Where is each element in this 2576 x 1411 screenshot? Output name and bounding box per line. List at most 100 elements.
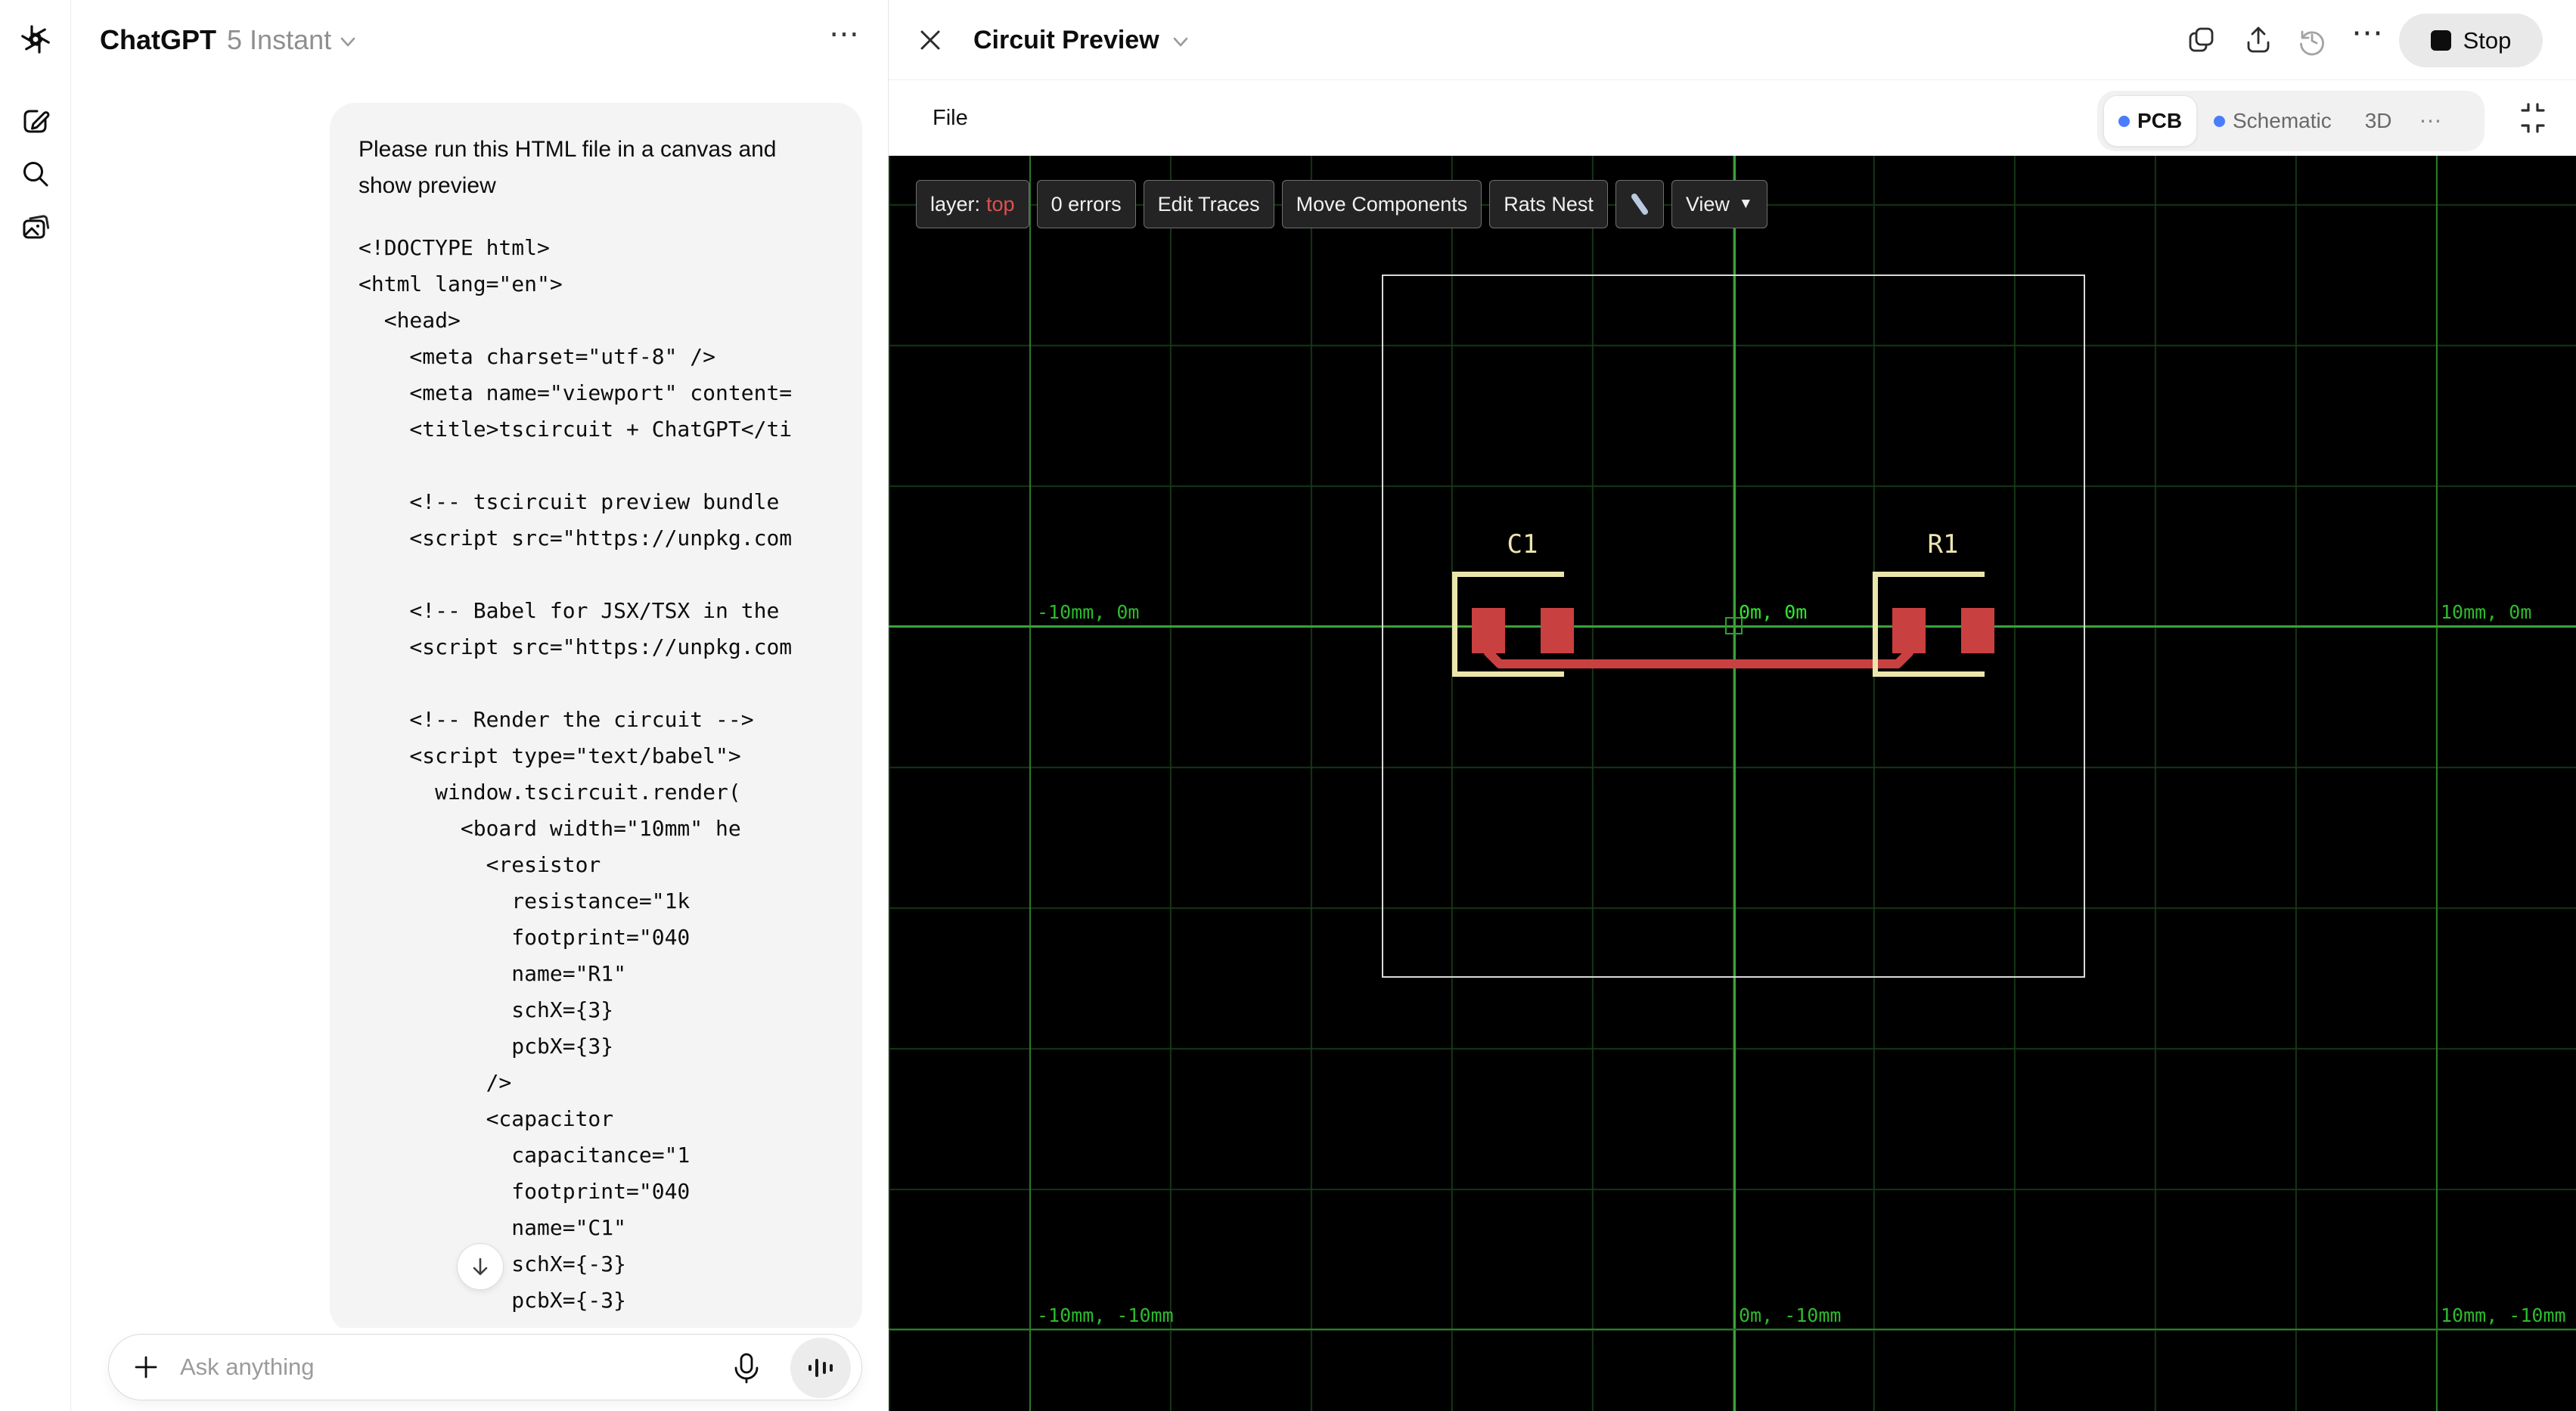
code-line: <resistor xyxy=(358,852,601,877)
new-chat-button[interactable] xyxy=(19,104,52,138)
model-name[interactable]: 5 Instant xyxy=(227,24,331,56)
code-line: pcbX={-3} xyxy=(358,1288,627,1313)
code-line: <script src="https://unpkg.com xyxy=(358,634,793,659)
rats-nest-button[interactable]: Rats Nest xyxy=(1489,180,1608,228)
code-line: schX={3} xyxy=(358,997,614,1022)
code-line: name="C1" xyxy=(358,1215,627,1240)
attach-plus-icon[interactable] xyxy=(132,1353,160,1382)
search-button[interactable] xyxy=(19,157,52,191)
view-tabs: PCB Schematic 3D ⋯ xyxy=(2097,91,2484,151)
library-button[interactable] xyxy=(19,210,52,243)
coord-label: -10mm, 0m xyxy=(1037,601,1140,623)
code-line: <meta name="viewport" content= xyxy=(358,380,793,405)
user-message-bubble: Please run this HTML file in a canvas an… xyxy=(330,103,862,1333)
library-icon xyxy=(23,215,50,239)
composer-area: Ask anything xyxy=(71,1328,889,1411)
coord-label: 0m, -10mm xyxy=(1739,1304,1842,1326)
code-line: <title>tscircuit + ChatGPT</ti xyxy=(358,417,793,442)
scroll-to-bottom-button[interactable] xyxy=(457,1243,504,1290)
new-chat-icon xyxy=(23,110,50,133)
code-line: <html lang="en"> xyxy=(358,271,563,296)
layer-button[interactable]: layer: top xyxy=(916,180,1029,228)
pad-R1-2[interactable] xyxy=(1961,608,1994,653)
composer-input[interactable]: Ask anything xyxy=(108,1334,862,1400)
copy-icon[interactable] xyxy=(2186,25,2217,55)
chat-header: ChatGPT 5 Instant ⋯ xyxy=(71,0,888,80)
chat-panel: ChatGPT 5 Instant ⋯ Please run this HTML… xyxy=(71,0,889,1411)
code-line: resistance="1k xyxy=(358,888,691,913)
pcb-trace-layer xyxy=(1484,646,1913,668)
draw-tool-button[interactable] xyxy=(1615,180,1664,228)
pcb-canvas[interactable]: C1 R1 -10mm, 0m 0m, 0m 10mm, 0m -10mm, -… xyxy=(889,156,2576,1411)
close-icon[interactable] xyxy=(917,27,943,53)
stop-square-icon xyxy=(2430,30,2451,51)
search-icon xyxy=(23,162,48,187)
pcb-status-dot xyxy=(2118,115,2130,127)
pad-R1-1[interactable] xyxy=(1892,608,1926,653)
chevron-down-icon xyxy=(340,37,355,47)
tab-pcb[interactable]: PCB xyxy=(2103,95,2197,147)
file-menu[interactable]: File xyxy=(933,80,968,156)
openai-logo[interactable] xyxy=(19,23,52,56)
code-line: /> xyxy=(358,1070,512,1095)
collapse-icon[interactable] xyxy=(2516,101,2550,135)
code-line: <!-- tscircuit preview bundle xyxy=(358,489,780,514)
canvas-header: Circuit Preview ⋯ Stop xyxy=(889,0,2576,80)
tab-schematic[interactable]: Schematic xyxy=(2214,109,2332,133)
message-text-line1: Please run this HTML file in a canvas an… xyxy=(358,137,777,162)
history-icon[interactable] xyxy=(2296,25,2328,57)
canvas-panel: Circuit Preview ⋯ Stop File PCB Schemati… xyxy=(889,0,2576,1411)
stop-button[interactable]: Stop xyxy=(2399,14,2543,67)
chevron-down-icon xyxy=(1173,37,1187,47)
waveform-icon xyxy=(808,1359,833,1377)
voice-mode-button[interactable] xyxy=(790,1338,851,1398)
component-label-C1[interactable]: C1 xyxy=(1488,529,1556,560)
tabs-more-button[interactable]: ⋯ xyxy=(2419,108,2443,135)
chatgpt-brand: ChatGPT xyxy=(100,24,217,55)
pad-C1-2[interactable] xyxy=(1541,608,1574,653)
canvas-menubar: File PCB Schematic 3D ⋯ xyxy=(889,80,2576,156)
code-line: <!DOCTYPE html> xyxy=(358,235,550,260)
pcb-toolbar: layer: top 0 errors Edit Traces Move Com… xyxy=(916,180,1768,228)
sidebar-rail xyxy=(0,0,71,1411)
pencil-icon xyxy=(1631,194,1648,215)
schematic-status-dot xyxy=(2214,115,2225,127)
coord-label: -10mm, -10mm xyxy=(1037,1304,1174,1326)
move-components-button[interactable]: Move Components xyxy=(1281,180,1482,228)
code-line: <script src="https://unpkg.com xyxy=(358,526,793,550)
code-line: <!-- Babel for JSX/TSX in the xyxy=(358,598,780,623)
code-line: schX={-3} xyxy=(511,1251,627,1276)
message-code-block: <!DOCTYPE html> <html lang="en"> <head> <… xyxy=(358,230,833,1333)
errors-button[interactable]: 0 errors xyxy=(1036,180,1136,228)
code-line: <board width="10mm" he xyxy=(358,816,741,841)
canvas-title-dropdown[interactable]: Circuit Preview xyxy=(973,0,1190,80)
layer-value: top xyxy=(986,192,1015,216)
code-line: capacitance="1 xyxy=(358,1143,691,1168)
composer-placeholder: Ask anything xyxy=(180,1354,315,1380)
microphone-icon[interactable] xyxy=(730,1351,763,1385)
pad-C1-1[interactable] xyxy=(1472,608,1505,653)
caret-down-icon: ▼ xyxy=(1738,196,1753,212)
code-line: <meta charset="utf-8" /> xyxy=(358,344,716,369)
view-dropdown[interactable]: View ▼ xyxy=(1671,180,1768,228)
share-icon[interactable] xyxy=(2243,25,2273,55)
canvas-more-button[interactable]: ⋯ xyxy=(2351,14,2385,51)
code-line: <script type="text/babel"> xyxy=(358,743,741,768)
chat-menu-button[interactable]: ⋯ xyxy=(829,17,861,51)
component-label-R1[interactable]: R1 xyxy=(1909,529,1977,560)
tab-3d[interactable]: 3D xyxy=(2365,109,2392,133)
coord-label: 10mm, -10mm xyxy=(2441,1304,2566,1326)
coord-label: 10mm, 0m xyxy=(2441,601,2532,623)
openai-logo-icon xyxy=(21,25,50,54)
canvas-title: Circuit Preview xyxy=(973,25,1159,54)
code-line: footprint="040 xyxy=(358,925,691,950)
code-line: name="R1" xyxy=(358,961,627,986)
arrow-down-icon xyxy=(473,1257,488,1276)
code-line: <capacitor xyxy=(358,1106,614,1131)
coord-label-origin: 0m, 0m xyxy=(1739,601,1808,623)
code-line: <head> xyxy=(358,308,461,333)
edit-traces-button[interactable]: Edit Traces xyxy=(1143,180,1274,228)
